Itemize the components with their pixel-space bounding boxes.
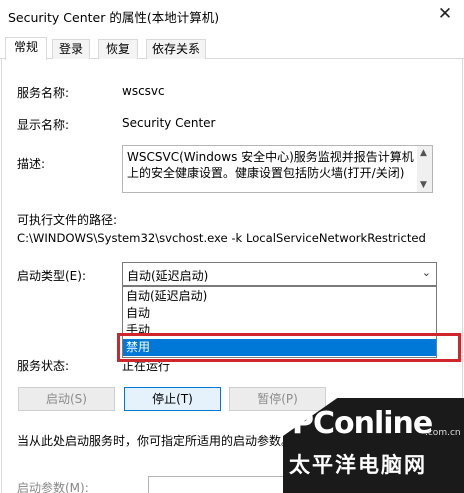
- stop-button[interactable]: 停止(T): [124, 387, 221, 411]
- service-name-label: 服务名称:: [17, 86, 70, 100]
- description-text: WSCSVC(Windows 安全中心)服务监视并报告计算机上的安全健康设置。健…: [127, 150, 414, 180]
- startup-hint: 当从此处启动服务时，你可指定所适用的启动参数。: [17, 434, 294, 448]
- tab-bar: 常规 登录 恢复 依存关系: [0, 37, 464, 60]
- exe-path-value: C:\WINDOWS\System32\svchost.exe -k Local…: [17, 231, 426, 245]
- tab-general[interactable]: 常规: [5, 37, 47, 60]
- option-manual[interactable]: 手动: [123, 322, 436, 339]
- service-status-label: 服务状态:: [17, 359, 70, 373]
- window-title: Security Center 的属性(本地计算机): [8, 10, 220, 25]
- option-auto-delayed[interactable]: 自动(延迟启动): [123, 288, 436, 305]
- startup-type-select[interactable]: 自动(延迟启动) ⌄: [122, 262, 437, 286]
- watermark-cn: 太平洋电脑网: [289, 453, 427, 477]
- start-params-label: 启动参数(M):: [17, 481, 89, 493]
- watermark-domain: .com.cn: [425, 428, 461, 438]
- watermark-brand: PConline: [292, 406, 433, 441]
- close-icon[interactable]: ✕: [426, 0, 464, 30]
- scroll-up-icon[interactable]: ▲: [420, 148, 427, 158]
- option-auto[interactable]: 自动: [123, 305, 436, 322]
- description-label: 描述:: [17, 157, 46, 171]
- title-bar: Security Center 的属性(本地计算机) ✕: [0, 0, 464, 30]
- startup-type-dropdown[interactable]: 自动(延迟启动) 自动 手动 禁用: [122, 286, 437, 358]
- tab-logon[interactable]: 登录: [52, 39, 90, 59]
- description-box[interactable]: WSCSVC(Windows 安全中心)服务监视并报告计算机上的安全健康设置。健…: [122, 145, 433, 193]
- tab-dependencies[interactable]: 依存关系: [146, 39, 206, 59]
- exe-path-label: 可执行文件的路径:: [17, 213, 118, 227]
- startup-type-value: 自动(延迟启动): [127, 269, 209, 283]
- service-status-value: 正在运行: [122, 359, 171, 373]
- chevron-down-icon[interactable]: ⌄: [422, 266, 431, 279]
- scroll-down-icon[interactable]: ▼: [420, 180, 427, 190]
- startup-type-label: 启动类型(E):: [17, 269, 86, 283]
- option-disabled[interactable]: 禁用: [123, 339, 436, 356]
- description-scrollbar[interactable]: ▲ ▼: [417, 146, 432, 192]
- start-button[interactable]: 启动(S): [18, 387, 115, 411]
- tab-recovery[interactable]: 恢复: [98, 39, 138, 59]
- display-name-label: 显示名称:: [17, 118, 70, 132]
- display-name-value: Security Center: [122, 116, 216, 130]
- service-name-value: wscsvc: [122, 84, 165, 98]
